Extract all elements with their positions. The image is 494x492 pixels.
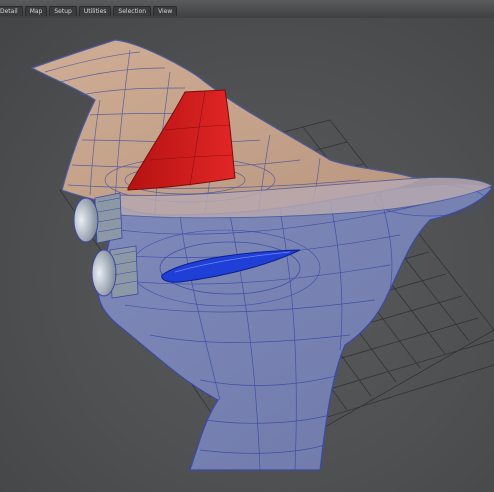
- engine-nozzle-upper[interactable]: [73, 192, 123, 244]
- tab-selection[interactable]: Selection: [113, 6, 152, 16]
- modeler-window: Detail Map Setup Utilities Selection Vie…: [0, 0, 494, 492]
- engine-nozzle-lower[interactable]: [91, 245, 139, 299]
- viewport-canvas: [30, 39, 494, 471]
- perspective-viewport[interactable]: [0, 18, 494, 492]
- lower-wing-surface[interactable]: [97, 183, 493, 471]
- tab-utilities[interactable]: Utilities: [78, 6, 112, 16]
- tab-view[interactable]: View: [153, 6, 178, 16]
- tab-setup[interactable]: Setup: [49, 6, 77, 16]
- menu-tabs: Detail Map Setup Utilities Selection Vie…: [0, 6, 178, 16]
- menu-bar: Detail Map Setup Utilities Selection Vie…: [0, 0, 494, 19]
- tab-detail[interactable]: Detail: [0, 6, 23, 16]
- tab-map[interactable]: Map: [24, 6, 48, 16]
